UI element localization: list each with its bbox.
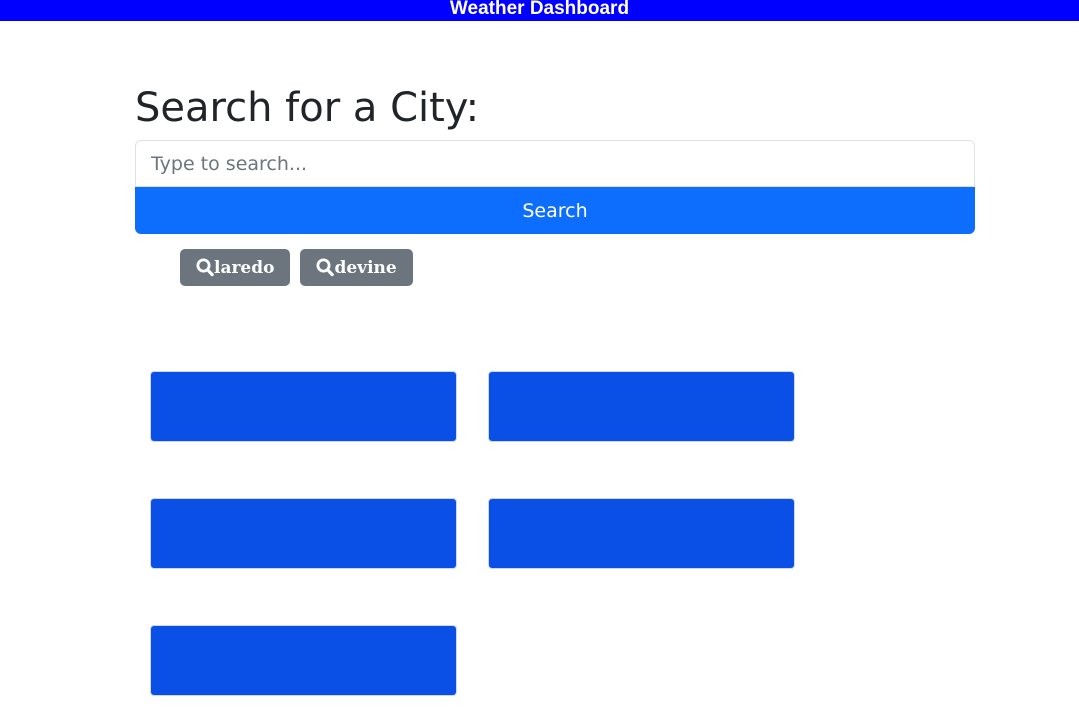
search-history: laredo devine — [180, 249, 413, 286]
history-button-devine[interactable]: devine — [300, 249, 413, 286]
forecast-card — [488, 498, 795, 569]
history-label: laredo — [214, 257, 275, 278]
search-button[interactable]: Search — [135, 187, 975, 234]
app-header: Weather Dashboard — [0, 0, 1079, 21]
search-heading: Search for a City: — [135, 85, 480, 131]
history-label: devine — [334, 257, 397, 278]
search-input[interactable] — [135, 140, 975, 187]
search-icon — [196, 258, 214, 277]
forecast-card — [150, 625, 457, 696]
forecast-card — [150, 371, 457, 442]
forecast-card — [488, 371, 795, 442]
forecast-card — [150, 498, 457, 569]
search-icon — [316, 258, 335, 277]
history-button-laredo[interactable]: laredo — [180, 249, 291, 286]
app-title: Weather Dashboard — [449, 0, 630, 19]
